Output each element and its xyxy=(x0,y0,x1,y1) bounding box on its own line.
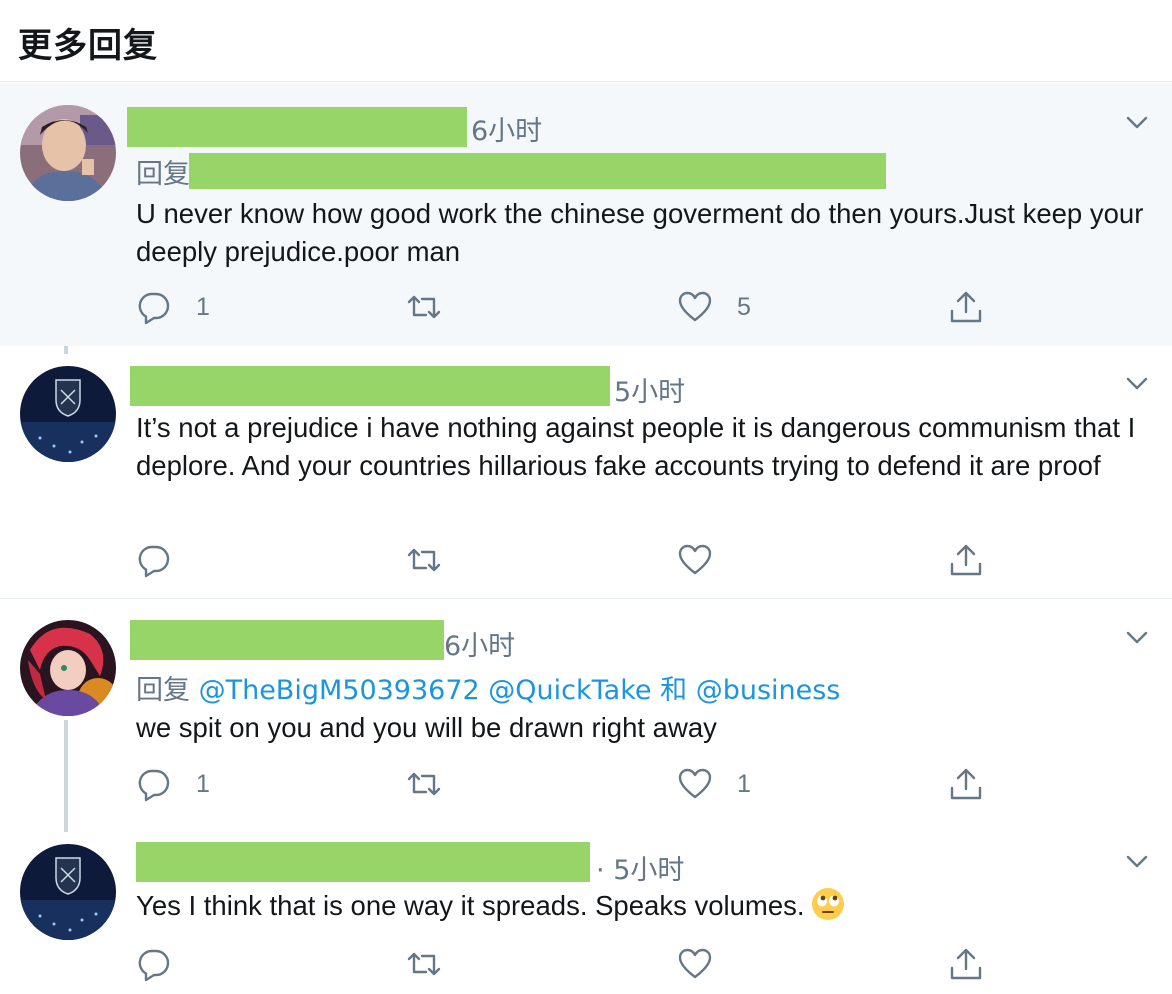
divider xyxy=(0,598,1172,599)
share-button[interactable] xyxy=(948,764,984,804)
reply-icon xyxy=(138,545,170,578)
retweet-icon xyxy=(407,295,441,319)
share-button[interactable] xyxy=(948,287,984,327)
avatar[interactable] xyxy=(20,105,116,201)
tweet-text: we spit on you and you will be drawn rig… xyxy=(136,712,717,743)
avatar[interactable] xyxy=(20,366,116,462)
redacted-username xyxy=(130,620,444,660)
timestamp[interactable]: 6小时 xyxy=(471,109,542,148)
redacted-username xyxy=(130,366,610,406)
reply-to-label: 回复 xyxy=(136,152,190,191)
share-icon xyxy=(950,291,982,323)
chevron-down-icon[interactable] xyxy=(1124,848,1150,874)
heart-icon xyxy=(678,544,712,575)
time-value: 5小时 xyxy=(613,855,685,886)
reply-icon xyxy=(138,949,170,982)
tweet-1[interactable]: 6小时 回复 U never know how good work the ch… xyxy=(0,83,1172,346)
share-icon xyxy=(950,948,982,980)
like-count: 1 xyxy=(737,769,751,798)
page-header: 更多回复 xyxy=(0,0,1172,82)
retweet-icon xyxy=(407,548,441,572)
mention-conjunction: 和 xyxy=(660,675,688,706)
chevron-down-icon[interactable] xyxy=(1124,109,1150,135)
reply-icon xyxy=(138,292,170,325)
reply-prefix: 回复 xyxy=(136,159,190,190)
redacted-username xyxy=(127,107,467,147)
avatar[interactable] xyxy=(20,844,116,940)
page-title: 更多回复 xyxy=(18,26,158,66)
reply-icon xyxy=(138,769,170,802)
chevron-down-icon[interactable] xyxy=(1124,624,1150,650)
like-button[interactable] xyxy=(677,540,737,580)
avatar[interactable] xyxy=(20,620,116,716)
tweet-4[interactable]: · 5小时 Yes I think that is one way it spr… xyxy=(0,830,1172,994)
reply-button[interactable] xyxy=(136,540,196,580)
rolling-eyes-emoji-icon xyxy=(811,888,844,920)
retweet-icon xyxy=(407,952,441,976)
retweet-button[interactable] xyxy=(406,287,442,327)
retweet-button[interactable] xyxy=(406,944,442,984)
timestamp[interactable]: · 5小时 xyxy=(596,848,684,887)
tweet-text: It’s not a prejudice i have nothing agai… xyxy=(136,412,1136,481)
time-separator: · xyxy=(596,855,605,886)
retweet-button[interactable] xyxy=(406,540,442,580)
share-icon xyxy=(950,544,982,576)
reply-count: 1 xyxy=(196,292,210,321)
like-button[interactable]: 5 xyxy=(677,287,751,327)
redacted-mentions xyxy=(189,153,886,189)
mention-link[interactable]: @QuickTake xyxy=(488,675,651,706)
tweet-3[interactable]: 6小时 回复 @TheBigM50393672 @QuickTake 和 @bu… xyxy=(0,600,1172,830)
chevron-down-icon[interactable] xyxy=(1124,370,1150,396)
heart-icon xyxy=(678,768,712,799)
share-icon xyxy=(950,768,982,800)
reply-button[interactable]: 1 xyxy=(136,764,210,804)
reply-count: 1 xyxy=(196,769,210,798)
share-button[interactable] xyxy=(948,944,984,984)
tweet-text: Yes I think that is one way it spreads. … xyxy=(136,887,1146,925)
mention-link[interactable]: @TheBigM50393672 xyxy=(199,675,480,706)
timestamp[interactable]: 6小时 xyxy=(444,624,515,663)
retweet-button[interactable] xyxy=(406,764,442,804)
redacted-username xyxy=(136,842,590,882)
like-count: 5 xyxy=(737,292,751,321)
tweet-text: U never know how good work the chinese g… xyxy=(136,198,1144,267)
reply-button[interactable]: 1 xyxy=(136,287,210,327)
reply-to-label: 回复 @TheBigM50393672 @QuickTake 和 @busine… xyxy=(136,668,840,707)
tweet-2[interactable]: 5小时 It’s not a prejudice i have nothing … xyxy=(0,346,1172,598)
heart-icon xyxy=(678,948,712,979)
retweet-icon xyxy=(407,772,441,796)
heart-icon xyxy=(678,291,712,322)
tweet-text-content: Yes I think that is one way it spreads. … xyxy=(136,890,805,921)
reply-button[interactable] xyxy=(136,944,196,984)
share-button[interactable] xyxy=(948,540,984,580)
timestamp[interactable]: 5小时 xyxy=(614,370,685,409)
like-button[interactable]: 1 xyxy=(677,764,751,804)
like-button[interactable] xyxy=(677,944,737,984)
mention-link[interactable]: @business xyxy=(696,675,841,706)
reply-prefix: 回复 xyxy=(136,675,190,706)
